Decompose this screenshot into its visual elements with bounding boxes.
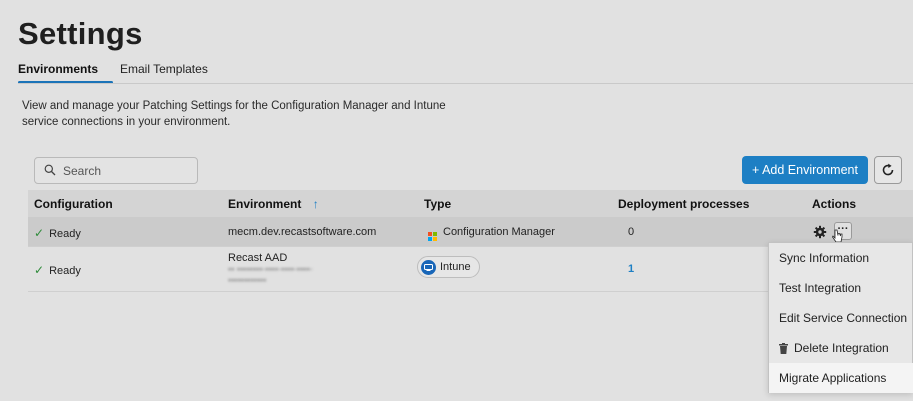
type-text: Intune <box>440 261 471 273</box>
tab-environments[interactable]: Environments <box>18 62 98 76</box>
refresh-icon <box>882 163 894 176</box>
environment-cell: Recast AAD ▪▪ ▪▪▪▪▪▪▪▪-▪▪▪▪-▪▪▪▪-▪▪▪▪- ▪▪… <box>228 252 313 286</box>
search-placeholder: Search <box>63 164 102 178</box>
intune-icon <box>421 259 436 275</box>
sort-arrow-icon: ↑ <box>312 197 319 211</box>
microsoft-logo-icon <box>428 232 437 241</box>
environment-name: Recast AAD <box>228 252 288 264</box>
mouse-cursor-icon <box>832 229 843 243</box>
col-environment[interactable]: Environment ↑ <box>228 197 319 211</box>
menu-item-delete-integration[interactable]: Delete Integration <box>769 333 913 363</box>
deployment-count: 0 <box>628 226 635 238</box>
type-cell: Configuration Manager <box>428 226 555 241</box>
search-input[interactable]: Search <box>34 157 198 184</box>
col-environment-label: Environment <box>228 197 302 211</box>
tab-email-templates[interactable]: Email Templates <box>120 62 208 76</box>
search-icon <box>44 164 56 176</box>
menu-item-migrate-applications[interactable]: Migrate Applications <box>769 363 913 393</box>
check-icon: ✓ <box>34 263 45 277</box>
add-environment-label: + Add Environment <box>752 163 858 177</box>
status-cell: ✓ Ready <box>34 263 81 277</box>
intune-badge: Intune <box>417 256 480 278</box>
actions-dropdown-menu: Sync Information Test Integration Edit S… <box>768 242 913 393</box>
menu-item-edit-service-connection[interactable]: Edit Service Connection <box>769 303 913 333</box>
add-environment-button[interactable]: + Add Environment <box>742 156 868 184</box>
status-text: Ready <box>49 265 81 277</box>
col-configuration[interactable]: Configuration <box>34 197 113 211</box>
col-type[interactable]: Type <box>424 197 451 211</box>
table-header: Configuration Environment ↑ Type Deploym… <box>28 190 913 217</box>
gear-icon[interactable] <box>813 225 827 239</box>
refresh-button[interactable] <box>874 156 902 184</box>
col-deployment-processes[interactable]: Deployment processes <box>618 197 749 211</box>
menu-item-label: Delete Integration <box>794 341 889 355</box>
tab-divider <box>18 83 913 84</box>
col-actions: Actions <box>812 197 857 211</box>
page-title: Settings <box>18 16 143 51</box>
status-cell: ✓ Ready <box>34 226 81 240</box>
type-text: Configuration Manager <box>443 226 555 238</box>
menu-item-sync-information[interactable]: Sync Information <box>769 243 913 273</box>
check-icon: ✓ <box>34 226 45 240</box>
trash-icon <box>779 343 788 354</box>
redacted-tenant-id: ▪▪ ▪▪▪▪▪▪▪▪-▪▪▪▪-▪▪▪▪-▪▪▪▪- ▪▪▪▪▪▪▪▪▪▪▪▪ <box>228 264 313 285</box>
deployment-count-link[interactable]: 1 <box>628 263 634 275</box>
environment-cell: mecm.dev.recastsoftware.com <box>228 226 377 238</box>
menu-item-test-integration[interactable]: Test Integration <box>769 273 913 303</box>
page-description: View and manage your Patching Settings f… <box>22 100 446 128</box>
status-text: Ready <box>49 228 81 240</box>
